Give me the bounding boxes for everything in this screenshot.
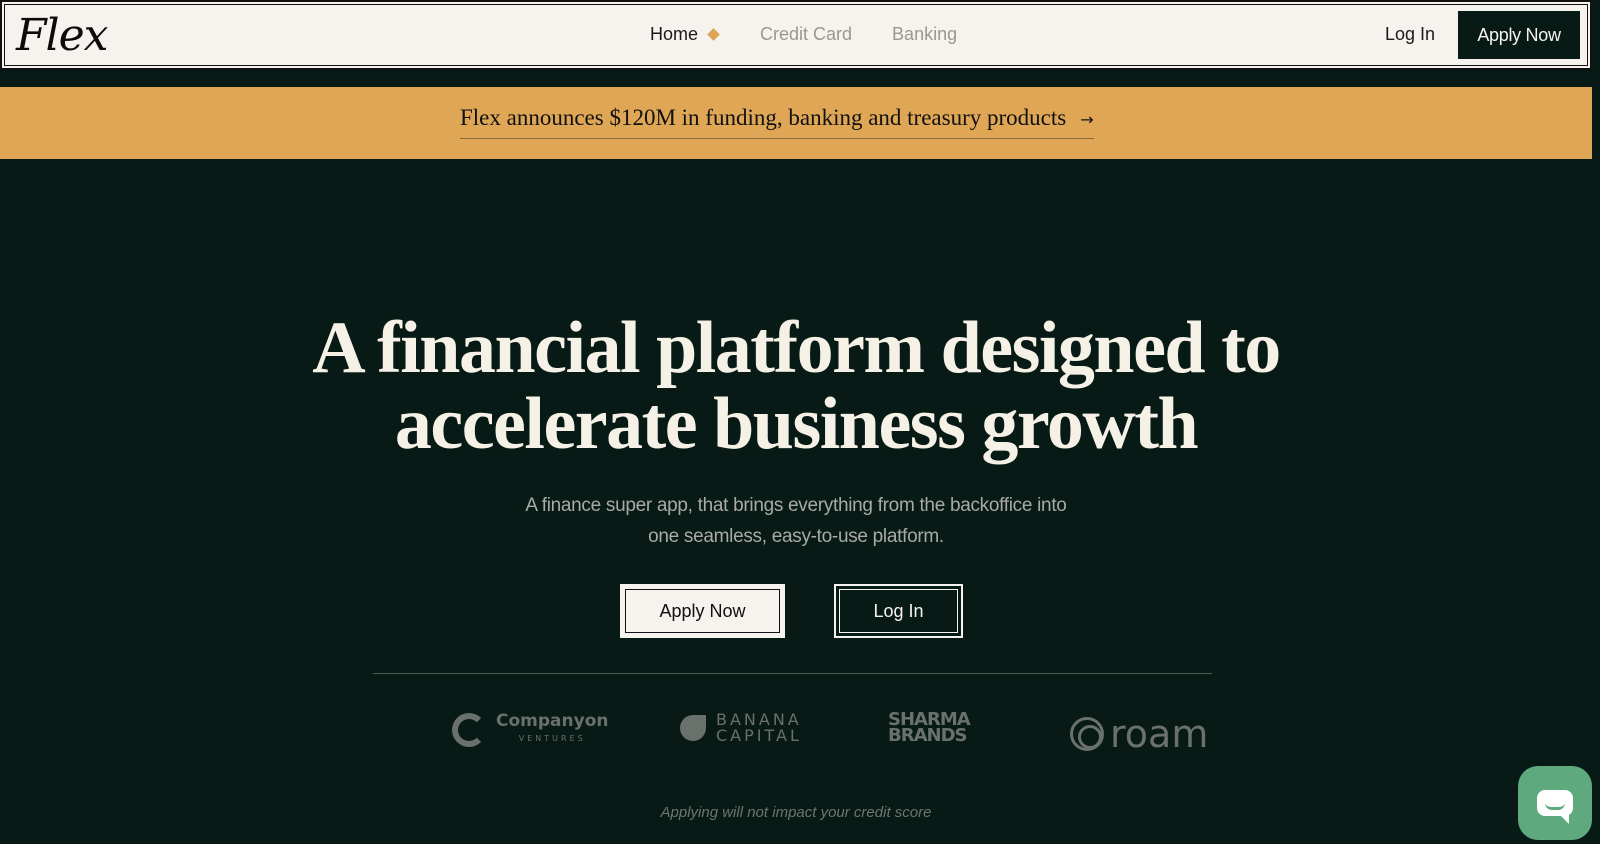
main-nav: Home Credit Card Banking: [650, 24, 997, 45]
hero-apply-button[interactable]: Apply Now: [620, 584, 785, 638]
active-diamond-icon: [707, 28, 720, 41]
arrow-right-icon: →: [1080, 110, 1094, 129]
banana-sub: CAPITAL: [716, 726, 802, 745]
announcement-text: Flex announces $120M in funding, banking…: [460, 105, 1067, 130]
chat-icon: [1537, 790, 1573, 824]
nav-home[interactable]: Home: [650, 24, 720, 45]
hero-title: A financial platform designed to acceler…: [0, 310, 1592, 462]
header-login-link[interactable]: Log In: [1385, 24, 1435, 45]
announcement-link[interactable]: Flex announces $120M in funding, banking…: [460, 105, 1094, 139]
section-divider: [373, 673, 1212, 674]
flex-logo[interactable]: Flex: [16, 10, 108, 61]
hero-title-line-2: accelerate business growth: [394, 383, 1199, 465]
credit-disclaimer: Applying will not impact your credit sco…: [660, 804, 932, 821]
companyon-sub: VENTURES: [518, 734, 586, 743]
roam-logo: roam: [1070, 712, 1208, 756]
partner-logos: Companyon VENTURES BANANA CAPITAL SHARMA…: [452, 712, 1212, 762]
announcement-banner: Flex announces $120M in funding, banking…: [0, 87, 1592, 159]
top-navbar: Flex Home Credit Card Banking Log In App…: [0, 0, 1592, 70]
companyon-name: Companyon: [496, 712, 609, 731]
nav-home-label: Home: [650, 24, 699, 44]
hero-subtitle-line-2: one seamless, easy-to-use platform.: [648, 526, 944, 547]
hero-subtitle-line-1: A finance super app, that brings everyth…: [525, 495, 1067, 516]
banana-capital-logo: BANANA CAPITAL: [680, 712, 802, 744]
companyon-mark-icon: [452, 713, 486, 747]
companyon-ventures-logo: Companyon VENTURES: [452, 712, 608, 748]
sharma-sub: BRANDS: [888, 725, 967, 746]
banana-leaf-icon: [680, 715, 706, 741]
roam-name: roam: [1110, 712, 1209, 756]
sharma-brands-logo: SHARMA BRANDS: [888, 712, 971, 746]
roam-mark-icon: [1070, 717, 1104, 751]
hero-title-line-1: A financial platform designed to: [312, 307, 1281, 389]
nav-banking[interactable]: Banking: [892, 24, 957, 45]
hero-login-button[interactable]: Log In: [834, 584, 963, 638]
header-apply-button[interactable]: Apply Now: [1458, 11, 1580, 59]
nav-credit-card[interactable]: Credit Card: [760, 24, 852, 45]
chat-widget-button[interactable]: [1518, 766, 1592, 840]
hero-subtitle: A finance super app, that brings everyth…: [0, 490, 1592, 552]
